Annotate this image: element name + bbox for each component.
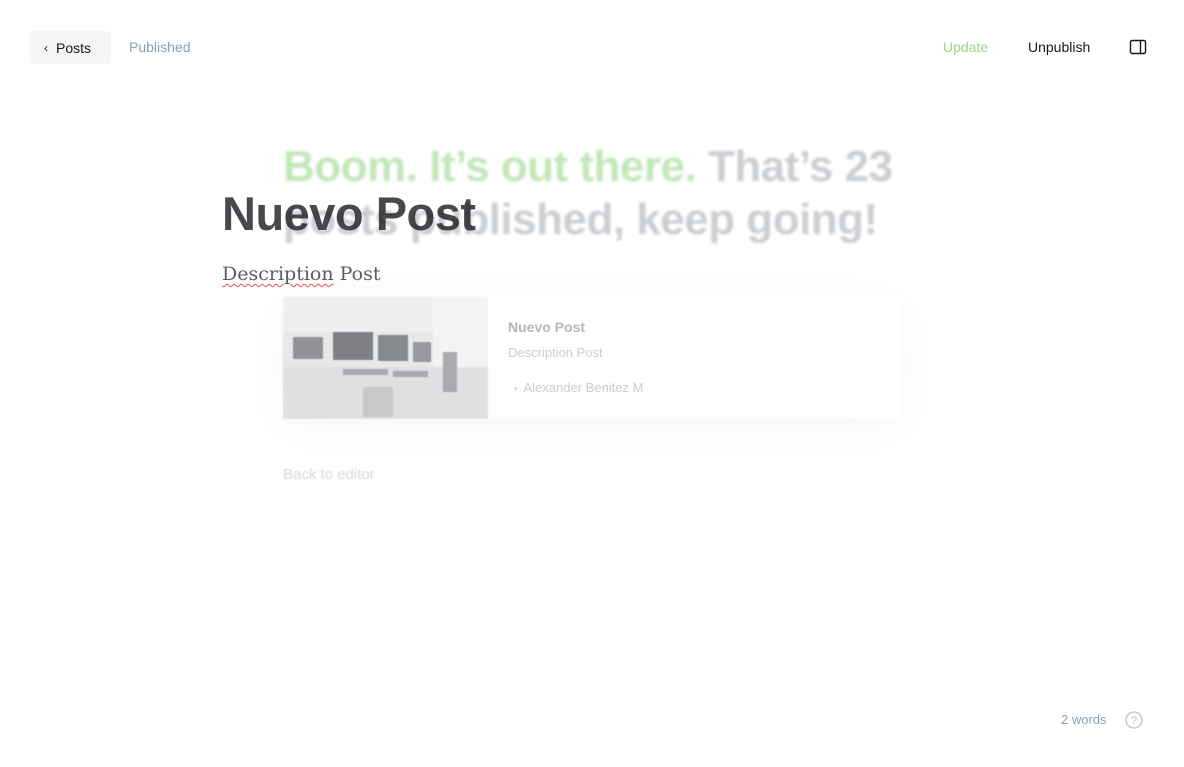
- misspelled-word: Description: [222, 263, 334, 285]
- unpublish-button[interactable]: Unpublish: [1028, 39, 1090, 55]
- help-circle-icon[interactable]: ?: [1125, 711, 1143, 729]
- post-title[interactable]: Nuevo Post: [222, 186, 476, 241]
- update-button[interactable]: Update: [943, 39, 988, 55]
- chevron-left-icon: ‹: [44, 40, 48, 55]
- word-count: 2 words: [1061, 712, 1107, 727]
- preview-author: • Alexander Benitez M: [508, 380, 643, 395]
- post-status: Published: [129, 39, 191, 55]
- publish-success-overlay: Boom. It’s out there. That’s 23 posts pu…: [0, 0, 1184, 767]
- preview-description: Description Post: [508, 345, 603, 360]
- post-preview-card: Nuevo Post Description Post • Alexander B…: [283, 297, 901, 419]
- feature-image: [283, 297, 488, 419]
- publish-headline-green: Boom. It’s out there.: [283, 142, 697, 191]
- back-to-editor-link[interactable]: Back to editor: [283, 466, 375, 483]
- post-excerpt[interactable]: Description Post: [222, 263, 380, 285]
- back-label: Posts: [56, 39, 92, 56]
- bullet-icon: •: [514, 384, 518, 395]
- excerpt-rest: Post: [333, 263, 381, 285]
- svg-text:?: ?: [1131, 715, 1137, 727]
- preview-author-name: Alexander Benitez M: [523, 380, 644, 395]
- preview-title: Nuevo Post: [508, 319, 586, 335]
- sidebar-toggle-icon[interactable]: [1129, 38, 1147, 56]
- back-to-posts-button[interactable]: ‹ Posts: [30, 31, 111, 64]
